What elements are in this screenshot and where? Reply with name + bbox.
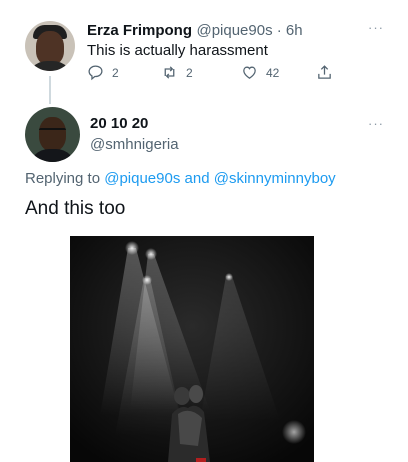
avatar-face (39, 117, 66, 151)
avatar-erza[interactable] (25, 21, 75, 71)
share-button[interactable] (316, 64, 333, 81)
stage-photo (70, 236, 314, 462)
spotlight-glow (145, 248, 157, 260)
heart-icon (243, 66, 256, 79)
parent-tweet-header: Erza Frimpong @pique90s · 6h (87, 22, 303, 40)
reply-button[interactable]: 2 (87, 64, 119, 81)
replying-prefix: Replying to (25, 170, 101, 187)
avatar-shirt (29, 149, 76, 162)
mention-link-2[interactable]: @skinnyminnyboy (214, 170, 336, 187)
tweet-media-image[interactable] (70, 236, 314, 462)
avatar-glasses (39, 128, 66, 134)
replying-and[interactable]: and (185, 170, 210, 187)
like-count: 42 (266, 65, 280, 80)
share-icon (318, 65, 331, 79)
spotlight-glow (125, 241, 139, 255)
more-horizontal-icon[interactable]: ··· (368, 116, 384, 131)
author-name[interactable]: Erza Frimpong (87, 22, 192, 39)
retweet-button[interactable]: 2 (161, 64, 193, 81)
avatar-shirt (27, 61, 73, 71)
author-name[interactable]: 20 10 20 (90, 115, 148, 132)
retweet-icon (164, 66, 175, 79)
author-handle[interactable]: @smhnigeria (90, 136, 179, 153)
avatar-face (36, 31, 64, 65)
thread-connector-line (49, 76, 51, 104)
reply-count: 2 (112, 65, 119, 80)
replying-to-line: Replying to @pique90s and @skinnyminnybo… (25, 170, 336, 187)
tweet-thread: Erza Frimpong @pique90s · 6h ··· This is… (0, 0, 408, 462)
parent-tweet-text: This is actually harassment (87, 42, 268, 59)
author-handle-time[interactable]: @pique90s · 6h (196, 22, 302, 39)
more-horizontal-icon[interactable]: ··· (368, 20, 384, 35)
spotlight-glow (225, 273, 233, 281)
reply-icon (88, 65, 103, 81)
reply-tweet-text: And this too (25, 198, 126, 219)
tweet-actions: 2 2 42 (87, 64, 347, 84)
stage-light (282, 420, 306, 444)
retweet-count: 2 (186, 65, 193, 80)
spotlight-glow (142, 275, 152, 285)
like-button[interactable]: 42 (241, 64, 279, 81)
avatar-smhnigeria[interactable] (25, 107, 80, 162)
mention-link-1[interactable]: @pique90s (104, 170, 180, 187)
